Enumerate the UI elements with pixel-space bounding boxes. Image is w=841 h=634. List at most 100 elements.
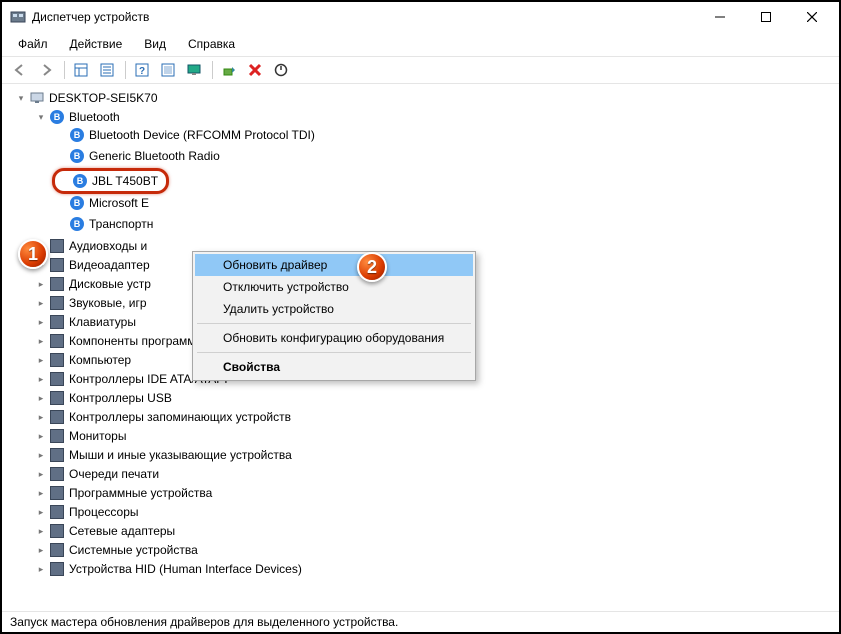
device-category-icon — [49, 295, 65, 311]
close-button[interactable] — [789, 2, 835, 32]
expand-icon[interactable]: ▸ — [34, 543, 48, 557]
tree-category[interactable]: ▸Аудиовходы и — [32, 237, 149, 255]
tree-category-label: Контроллеры запоминающих устройств — [69, 408, 291, 426]
expand-icon[interactable]: ▸ — [34, 524, 48, 538]
expand-icon[interactable]: ▸ — [34, 315, 48, 329]
tree-category-bluetooth[interactable]: ▾ B Bluetooth — [32, 108, 122, 126]
properties-button[interactable] — [95, 59, 119, 81]
device-category-icon — [49, 238, 65, 254]
device-category-icon — [49, 447, 65, 463]
device-category-icon — [49, 352, 65, 368]
context-menu-separator — [197, 352, 471, 353]
tree-category-label: Системные устройства — [69, 541, 198, 559]
tree-category[interactable]: ▸ Очереди печати — [32, 465, 161, 483]
svg-text:?: ? — [139, 66, 145, 77]
expand-icon[interactable]: ▸ — [34, 296, 48, 310]
expand-icon[interactable]: ▸ — [34, 410, 48, 424]
device-category-icon — [49, 390, 65, 406]
tree-category[interactable]: ▸Звуковые, игр — [32, 294, 149, 312]
device-category-icon — [49, 561, 65, 577]
bluetooth-icon: B — [69, 216, 85, 232]
bluetooth-icon: B — [69, 127, 85, 143]
window-controls — [697, 2, 835, 32]
context-menu-uninstall-device[interactable]: Удалить устройство — [195, 298, 473, 320]
tree-category[interactable]: ▸Клавиатуры — [32, 313, 138, 331]
tree-category-label: Bluetooth — [69, 108, 120, 126]
computer-icon — [29, 90, 45, 106]
expand-icon[interactable]: ▸ — [34, 467, 48, 481]
tree-device-label: JBL T450BT — [92, 172, 158, 190]
annotation-badge-2: 2 — [357, 252, 387, 282]
menu-view[interactable]: Вид — [134, 34, 176, 54]
collapse-icon[interactable]: ▾ — [34, 110, 48, 124]
window-titlebar: Диспетчер устройств — [2, 2, 839, 32]
tree-category[interactable]: ▸ Дисковые устр — [32, 275, 153, 293]
tree-device[interactable]: BBluetooth Device (RFCOMM Protocol TDI) — [52, 126, 317, 144]
menu-file[interactable]: Файл — [8, 34, 58, 54]
expand-icon[interactable]: ▸ — [34, 277, 48, 291]
tree-category[interactable]: ▸ Мониторы — [32, 427, 128, 445]
monitor-button[interactable] — [182, 59, 206, 81]
tree-category-label: Дисковые устр — [69, 275, 151, 293]
expand-icon[interactable]: ▸ — [34, 429, 48, 443]
disable-button[interactable] — [269, 59, 293, 81]
menu-action[interactable]: Действие — [60, 34, 133, 54]
back-button[interactable] — [8, 59, 32, 81]
uninstall-button[interactable] — [243, 59, 267, 81]
toolbar-separator — [212, 61, 213, 79]
context-menu-properties[interactable]: Свойства — [195, 356, 473, 378]
scan-button[interactable] — [156, 59, 180, 81]
context-menu-scan-hardware[interactable]: Обновить конфигурацию оборудования — [195, 327, 473, 349]
maximize-button[interactable] — [743, 2, 789, 32]
forward-button[interactable] — [34, 59, 58, 81]
annotation-badge-1: 1 — [18, 239, 48, 269]
update-driver-button[interactable] — [217, 59, 241, 81]
menu-help[interactable]: Справка — [178, 34, 245, 54]
expand-icon[interactable]: ▸ — [34, 353, 48, 367]
tree-category[interactable]: ▸Устройства HID (Human Interface Devices… — [32, 560, 304, 578]
tree-category[interactable]: ▸ Процессоры — [32, 503, 141, 521]
expand-icon[interactable]: ▸ — [34, 486, 48, 500]
expand-icon[interactable]: ▸ — [34, 505, 48, 519]
expand-icon[interactable]: ▸ — [34, 562, 48, 576]
help-button[interactable]: ? — [130, 59, 154, 81]
tree-category[interactable]: ▸Сетевые адаптеры — [32, 522, 177, 540]
tree-category-label: Видеоадаптер — [69, 256, 150, 274]
tree-device[interactable]: BMicrosoft E — [52, 194, 151, 212]
expand-icon[interactable]: ▸ — [34, 372, 48, 386]
device-category-icon — [49, 257, 65, 273]
tree-category[interactable]: ▸ Контроллеры запоминающих устройств — [32, 408, 293, 426]
context-menu: Обновить драйвер Отключить устройство Уд… — [192, 251, 476, 381]
device-category-icon — [49, 523, 65, 539]
bluetooth-icon: B — [49, 109, 65, 125]
device-category-icon — [49, 371, 65, 387]
context-menu-update-driver[interactable]: Обновить драйвер — [195, 254, 473, 276]
tree-device[interactable]: BGeneric Bluetooth Radio — [52, 147, 222, 165]
bluetooth-icon: B — [69, 195, 85, 211]
show-hidden-button[interactable] — [69, 59, 93, 81]
tree-category-label: Очереди печати — [69, 465, 159, 483]
tree-device[interactable]: BТранспортн — [52, 215, 155, 233]
tree-root[interactable]: ▾ DESKTOP-SEI5K70 — [12, 89, 160, 107]
context-menu-disable-device[interactable]: Отключить устройство — [195, 276, 473, 298]
bluetooth-icon: B — [69, 148, 85, 164]
collapse-icon[interactable]: ▾ — [14, 91, 28, 105]
context-menu-separator — [197, 323, 471, 324]
expand-icon[interactable]: ▸ — [34, 334, 48, 348]
expand-icon[interactable]: ▸ — [34, 448, 48, 462]
tree-category[interactable]: ▸ Системные устройства — [32, 541, 200, 559]
tree-category[interactable]: ▸Мыши и иные указывающие устройства — [32, 446, 294, 464]
device-category-icon — [49, 314, 65, 330]
tree-category[interactable]: ▸Контроллеры USB — [32, 389, 174, 407]
expand-icon[interactable]: ▸ — [34, 391, 48, 405]
tree-device-selected[interactable]: B JBL T450BT — [52, 168, 169, 194]
tree-category-label: Компьютер — [69, 351, 131, 369]
bluetooth-icon: B — [72, 173, 88, 189]
tree-category-label: Мониторы — [69, 427, 126, 445]
tree-category[interactable]: ▸ Компьютер — [32, 351, 133, 369]
tree-category[interactable]: ▸Программные устройства — [32, 484, 214, 502]
tree-category-label: Процессоры — [69, 503, 139, 521]
minimize-button[interactable] — [697, 2, 743, 32]
device-category-icon — [49, 409, 65, 425]
tree-category[interactable]: ▸Видеоадаптер — [32, 256, 152, 274]
